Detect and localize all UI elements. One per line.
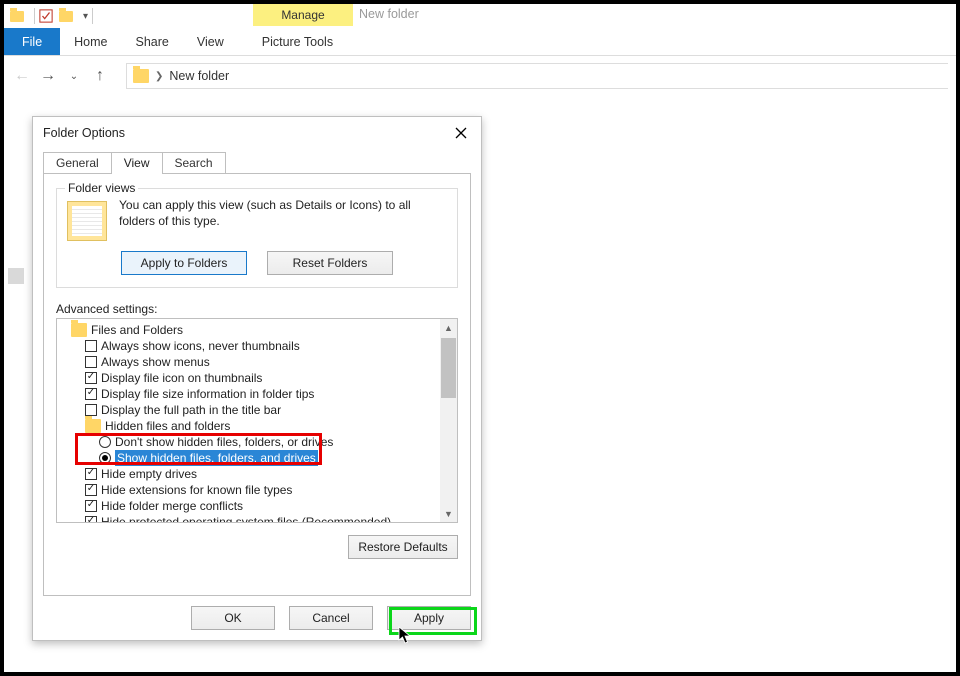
cancel-button[interactable]: Cancel — [289, 606, 373, 630]
apply-button[interactable]: Apply — [387, 606, 471, 630]
address-bar[interactable]: ❯ New folder — [126, 63, 948, 89]
scrollbar[interactable]: ▲ ▼ — [440, 319, 457, 522]
chevron-right-icon: ❯ — [155, 71, 163, 82]
ribbon-tabs: File Home Share View Picture Tools — [4, 28, 956, 56]
folder-icon — [71, 323, 87, 337]
nav-recent-dropdown-icon[interactable]: ⌄ — [64, 66, 84, 86]
restore-defaults-button[interactable]: Restore Defaults — [348, 535, 458, 559]
ok-button[interactable]: OK — [191, 606, 275, 630]
dialog-body: Folder views You can apply this view (su… — [43, 173, 471, 596]
apply-to-folders-button[interactable]: Apply to Folders — [121, 251, 247, 275]
folder-views-legend: Folder views — [65, 181, 138, 195]
dialog-titlebar: Folder Options — [33, 117, 481, 149]
scroll-up-icon[interactable]: ▲ — [440, 319, 457, 336]
folder-views-icon — [67, 201, 107, 241]
opt-hide-merge-conflicts[interactable]: Hide folder merge conflicts — [61, 498, 453, 514]
navpane-hint — [8, 268, 24, 284]
folder-options-dialog: Folder Options General View Search Folde… — [32, 116, 482, 641]
tab-file[interactable]: File — [4, 28, 60, 55]
dlg-tab-general[interactable]: General — [43, 152, 112, 174]
qat-dropdown-icon[interactable]: ▾ — [83, 11, 88, 22]
opt-hide-empty-drives[interactable]: Hide empty drives — [61, 466, 453, 482]
qat-separator-2 — [92, 8, 93, 24]
folder-icon — [85, 419, 101, 433]
file-explorer-icon — [10, 9, 24, 23]
advanced-settings-label: Advanced settings: — [56, 302, 458, 316]
opt-full-path-title[interactable]: Display the full path in the title bar — [61, 402, 453, 418]
dialog-footer: OK Cancel Apply — [191, 606, 471, 630]
nav-up-icon[interactable]: ↑ — [90, 66, 110, 86]
dialog-tabs: General View Search — [33, 149, 481, 173]
dialog-title: Folder Options — [43, 126, 125, 140]
tab-share[interactable]: Share — [122, 28, 183, 55]
dlg-tab-view[interactable]: View — [111, 152, 163, 174]
advanced-settings-tree[interactable]: Files and Folders Always show icons, nev… — [56, 318, 458, 523]
nav-row: ← → ⌄ ↑ ❯ New folder — [4, 56, 956, 96]
opt-hide-protected-os[interactable]: Hide protected operating system files (R… — [61, 514, 453, 523]
tab-view[interactable]: View — [183, 28, 238, 55]
close-button[interactable] — [451, 123, 471, 143]
address-location: New folder — [169, 69, 229, 83]
window-root: ▾ Manage New folder File Home Share View… — [0, 0, 960, 676]
tree-root: Files and Folders — [61, 322, 453, 338]
opt-file-size-tips[interactable]: Display file size information in folder … — [61, 386, 453, 402]
scroll-thumb[interactable] — [441, 338, 456, 398]
dlg-tab-search[interactable]: Search — [162, 152, 226, 174]
qat-newfolder-icon[interactable] — [59, 9, 73, 23]
quick-access-toolbar: ▾ — [4, 4, 956, 28]
qat-properties-icon[interactable] — [39, 9, 53, 23]
radio-show-hidden[interactable]: Show hidden files, folders, and drives — [61, 450, 453, 466]
tab-home[interactable]: Home — [60, 28, 121, 55]
ribbon-contextual-tab[interactable]: Manage — [253, 4, 353, 26]
tab-picture-tools[interactable]: Picture Tools — [248, 28, 347, 55]
window-title: New folder — [359, 7, 419, 21]
opt-always-icons[interactable]: Always show icons, never thumbnails — [61, 338, 453, 354]
qat-separator — [34, 8, 35, 24]
reset-folders-button[interactable]: Reset Folders — [267, 251, 393, 275]
nav-forward-icon[interactable]: → — [38, 66, 58, 86]
opt-file-icon-thumb[interactable]: Display file icon on thumbnails — [61, 370, 453, 386]
tree-hidden-files: Hidden files and folders — [61, 418, 453, 434]
folder-views-text: You can apply this view (such as Details… — [119, 197, 447, 241]
radio-dont-show-hidden[interactable]: Don't show hidden files, folders, or dri… — [61, 434, 453, 450]
folder-views-group: Folder views You can apply this view (su… — [56, 188, 458, 288]
folder-icon — [133, 69, 149, 83]
nav-back-icon: ← — [12, 66, 32, 86]
opt-hide-extensions[interactable]: Hide extensions for known file types — [61, 482, 453, 498]
scroll-down-icon[interactable]: ▼ — [440, 505, 457, 522]
opt-always-menus[interactable]: Always show menus — [61, 354, 453, 370]
